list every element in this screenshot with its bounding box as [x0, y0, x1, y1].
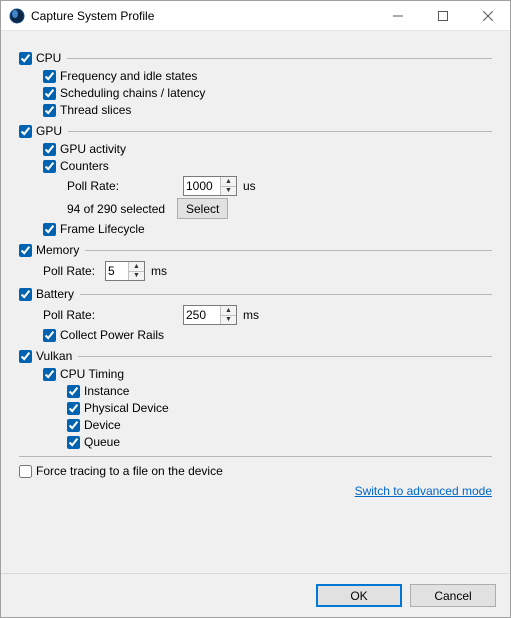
- gpu-poll-label: Poll Rate:: [67, 179, 123, 193]
- divider: [68, 131, 492, 132]
- spin-down-icon[interactable]: ▼: [221, 316, 236, 325]
- cpu-sched-label: Scheduling chains / latency: [60, 85, 205, 101]
- vulkan-device-label: Device: [84, 417, 121, 433]
- divider: [85, 250, 492, 251]
- battery-label: Battery: [36, 286, 74, 302]
- gpu-activity-label: GPU activity: [60, 141, 126, 157]
- memory-poll-label: Poll Rate:: [43, 264, 99, 278]
- spin-down-icon[interactable]: ▼: [129, 272, 144, 281]
- cpu-sched-checkbox[interactable]: Scheduling chains / latency: [19, 85, 492, 101]
- divider: [19, 456, 492, 457]
- memory-poll-unit: ms: [151, 264, 167, 278]
- cancel-button[interactable]: Cancel: [410, 584, 496, 607]
- vulkan-physical-device-checkbox[interactable]: Physical Device: [19, 400, 492, 416]
- vulkan-queue-label: Queue: [84, 434, 120, 450]
- gpu-activity-checkbox[interactable]: GPU activity: [19, 141, 492, 157]
- vulkan-device-checkbox[interactable]: Device: [19, 417, 492, 433]
- divider: [67, 58, 492, 59]
- spin-up-icon[interactable]: ▲: [129, 262, 144, 272]
- divider: [80, 294, 492, 295]
- force-trace-label: Force tracing to a file on the device: [36, 463, 223, 479]
- spin-down-icon[interactable]: ▼: [221, 187, 236, 196]
- memory-label: Memory: [36, 242, 79, 258]
- vulkan-cpu-timing-checkbox[interactable]: CPU Timing: [19, 366, 492, 382]
- cpu-slices-label: Thread slices: [60, 102, 131, 118]
- gpu-frame-lifecycle-checkbox[interactable]: Frame Lifecycle: [19, 221, 492, 237]
- minimize-button[interactable]: [375, 1, 420, 31]
- switch-advanced-link[interactable]: Switch to advanced mode: [355, 484, 492, 498]
- gpu-counters-label: Counters: [60, 158, 109, 174]
- gpu-group: GPU GPU activity Counters Poll Rate: ▲▼ …: [19, 122, 492, 237]
- vulkan-instance-label: Instance: [84, 383, 129, 399]
- vulkan-cpu-timing-label: CPU Timing: [60, 366, 124, 382]
- titlebar: Capture System Profile: [1, 1, 510, 31]
- vulkan-physical-device-label: Physical Device: [84, 400, 169, 416]
- gpu-poll-spinner[interactable]: ▲▼: [183, 176, 237, 196]
- gpu-poll-input[interactable]: [184, 177, 220, 195]
- cpu-freq-label: Frequency and idle states: [60, 68, 197, 84]
- memory-checkbox[interactable]: Memory: [19, 242, 79, 258]
- vulkan-checkbox[interactable]: Vulkan: [19, 348, 72, 364]
- battery-poll-spinner[interactable]: ▲▼: [183, 305, 237, 325]
- cpu-checkbox[interactable]: CPU: [19, 50, 61, 66]
- spin-up-icon[interactable]: ▲: [221, 306, 236, 316]
- battery-poll-input[interactable]: [184, 306, 220, 324]
- dialog-body: CPU Frequency and idle states Scheduling…: [1, 31, 510, 573]
- battery-poll-label: Poll Rate:: [43, 308, 99, 322]
- close-button[interactable]: [465, 1, 510, 31]
- cpu-freq-checkbox[interactable]: Frequency and idle states: [19, 68, 492, 84]
- vulkan-queue-checkbox[interactable]: Queue: [19, 434, 492, 450]
- vulkan-instance-checkbox[interactable]: Instance: [19, 383, 492, 399]
- cpu-slices-checkbox[interactable]: Thread slices: [19, 102, 492, 118]
- force-trace-checkbox[interactable]: Force tracing to a file on the device: [19, 463, 492, 479]
- battery-poll-unit: ms: [243, 308, 259, 322]
- memory-poll-spinner[interactable]: ▲▼: [105, 261, 145, 281]
- window-title: Capture System Profile: [31, 9, 154, 23]
- battery-checkbox[interactable]: Battery: [19, 286, 74, 302]
- battery-power-rails-label: Collect Power Rails: [60, 327, 164, 343]
- gpu-select-button[interactable]: Select: [177, 198, 228, 219]
- cpu-group: CPU Frequency and idle states Scheduling…: [19, 49, 492, 118]
- maximize-button[interactable]: [420, 1, 465, 31]
- memory-poll-input[interactable]: [106, 262, 128, 280]
- vulkan-label: Vulkan: [36, 348, 72, 364]
- app-icon: [9, 8, 25, 24]
- gpu-checkbox[interactable]: GPU: [19, 123, 62, 139]
- divider: [78, 356, 492, 357]
- dialog-window: Capture System Profile CPU Frequency and…: [0, 0, 511, 618]
- gpu-frame-lifecycle-label: Frame Lifecycle: [60, 221, 145, 237]
- gpu-selected-text: 94 of 290 selected: [67, 202, 171, 216]
- memory-group: Memory Poll Rate: ▲▼ ms: [19, 241, 492, 281]
- gpu-poll-unit: us: [243, 179, 256, 193]
- ok-button[interactable]: OK: [316, 584, 402, 607]
- spin-up-icon[interactable]: ▲: [221, 177, 236, 187]
- cpu-label: CPU: [36, 50, 61, 66]
- dialog-footer: OK Cancel: [1, 573, 510, 617]
- gpu-label: GPU: [36, 123, 62, 139]
- battery-group: Battery Poll Rate: ▲▼ ms Collect Power R…: [19, 285, 492, 343]
- battery-power-rails-checkbox[interactable]: Collect Power Rails: [19, 327, 492, 343]
- vulkan-group: Vulkan CPU Timing Instance Physical Devi…: [19, 347, 492, 450]
- gpu-counters-checkbox[interactable]: Counters: [19, 158, 492, 174]
